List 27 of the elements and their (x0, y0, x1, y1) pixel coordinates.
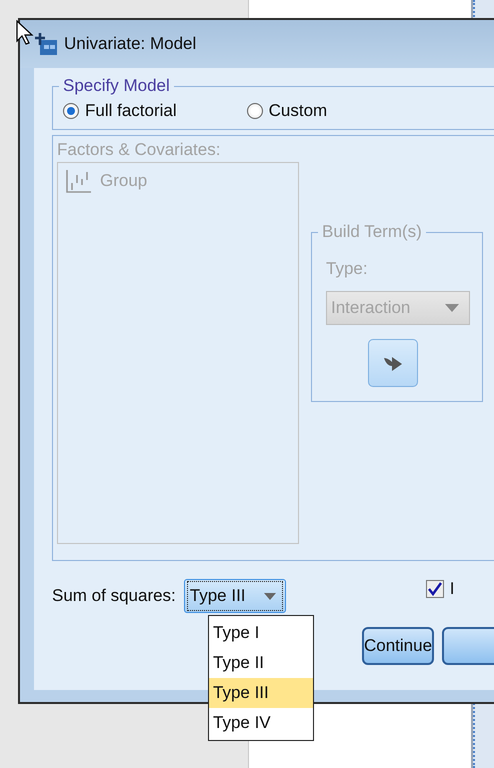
radio-button[interactable] (63, 103, 79, 119)
dropdown-option[interactable]: Type II (209, 648, 313, 678)
dropdown-option[interactable]: Type IV (209, 708, 313, 738)
factors-label: Factors & Covariates: (57, 140, 222, 160)
move-button[interactable] (368, 339, 418, 387)
cursor-icon (16, 20, 36, 46)
dropdown-option[interactable]: Type III (209, 678, 313, 708)
checkmark-icon (428, 582, 442, 596)
include-checkbox[interactable]: I (426, 579, 455, 599)
dialog-button[interactable]: Continue (362, 627, 434, 665)
caret-icon (264, 592, 276, 600)
caret-icon (445, 304, 459, 312)
group-title: Specify Model (59, 76, 174, 96)
window-title: Univariate: Model (64, 34, 196, 54)
dropdown-option[interactable]: Type I (209, 618, 313, 648)
bar-chart-icon (66, 169, 92, 193)
sum-of-squares-dropdown[interactable]: Type III (184, 579, 286, 613)
radio-option[interactable]: Full factorial (63, 101, 177, 121)
model-icon (34, 32, 58, 56)
checkbox[interactable] (426, 580, 444, 598)
dialog-button[interactable] (442, 627, 494, 665)
radio-button[interactable] (246, 103, 263, 119)
sum-of-squares-label: Sum of squares: (52, 586, 176, 606)
group-title: Build Term(s) (318, 222, 426, 242)
radio-option[interactable]: Custom (246, 101, 328, 121)
arrow-icon (382, 354, 404, 372)
type-label: Type: (326, 259, 369, 279)
